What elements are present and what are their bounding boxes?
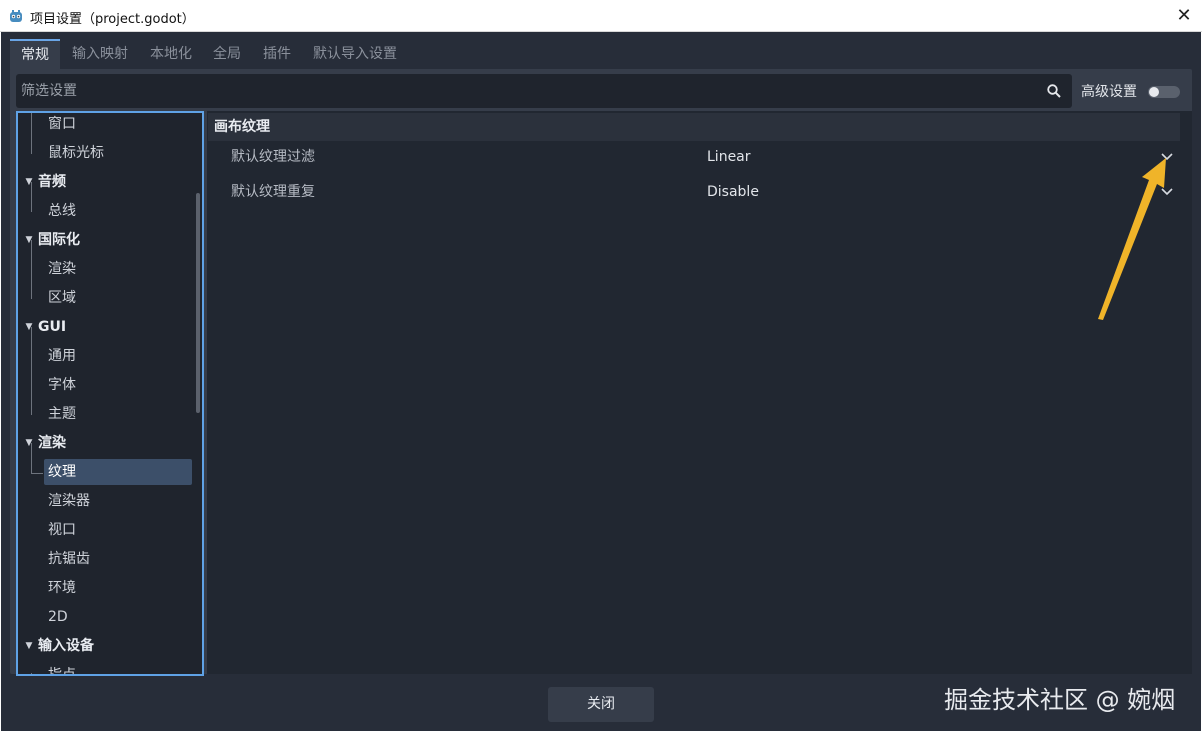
tree-item-locale[interactable]: 区域: [48, 285, 76, 311]
tree-guide-line: [31, 327, 32, 415]
advanced-settings-label: 高级设置: [1081, 84, 1137, 100]
tree-category-label: 音频: [38, 174, 66, 190]
tree-item-window[interactable]: 窗口: [48, 113, 76, 137]
tree-guide-line: [31, 473, 43, 474]
tree-item-fonts[interactable]: 字体: [48, 372, 76, 398]
chevron-down-icon: ▼: [25, 235, 33, 245]
tree-item-common[interactable]: 通用: [48, 343, 76, 369]
tab-general[interactable]: 常规: [10, 39, 60, 71]
tab-plugins[interactable]: 插件: [258, 39, 296, 71]
tree-category-label: GUI: [38, 319, 67, 335]
settings-section-tree: 窗口 鼠标光标 ▼ 音频 总线 ▼ 国际化 渲染 区域 ▼ GUI 通用 字体 主题 …: [16, 111, 204, 676]
window-title: 项目设置（project.godot）: [30, 12, 195, 27]
tree-item-2d[interactable]: 2D: [48, 604, 68, 630]
chevron-down-icon: ▼: [25, 438, 33, 448]
tree-item-environment[interactable]: 环境: [48, 575, 76, 601]
tree-item-anti-aliasing[interactable]: 抗锯齿: [48, 546, 90, 572]
tree-guide-line: [31, 113, 32, 154]
property-row-default-texture-repeat: 默认纹理重复 Disable: [208, 176, 1180, 208]
chevron-down-icon: ▼: [25, 322, 33, 332]
tree-item-mouse-cursor[interactable]: 鼠标光标: [48, 140, 104, 166]
watermark: 掘金技术社区 @ 婉烟: [944, 686, 1176, 714]
general-tab-panel: 高级设置 窗口 鼠标光标 ▼ 音频 总线 ▼ 国际化 渲染 区域 ▼ GUI 通用 字…: [10, 69, 1192, 676]
tree-category-label: 国际化: [38, 232, 80, 248]
project-settings-dialog: 常规 输入映射 本地化 全局 插件 默认导入设置 高级设置: [1, 32, 1201, 731]
tree-item-renderer[interactable]: 渲染器: [48, 488, 90, 514]
window-close-button[interactable]: ✕: [1166, 0, 1202, 32]
tree-category-gui[interactable]: ▼ GUI: [22, 314, 67, 340]
tree-item-buses[interactable]: 总线: [48, 198, 76, 224]
chevron-down-icon: ▼: [25, 177, 33, 187]
tree-guide-line: [31, 673, 32, 674]
tree-category-input-devices[interactable]: ▼ 输入设备: [22, 633, 94, 659]
tree-item-viewport[interactable]: 视口: [48, 517, 76, 543]
advanced-settings-toggle[interactable]: [1148, 86, 1180, 98]
tab-import-defaults[interactable]: 默认导入设置: [310, 39, 400, 71]
window-titlebar: 项目设置（project.godot） ✕: [0, 0, 1202, 32]
tree-category-label: 输入设备: [38, 638, 94, 654]
search-icon: [1047, 84, 1061, 98]
tree-item-theme[interactable]: 主题: [48, 401, 76, 427]
tree-item-textures[interactable]: 纹理: [44, 459, 192, 485]
default-texture-repeat-dropdown[interactable]: Disable: [698, 178, 1178, 206]
section-header-canvas-textures: 画布纹理: [208, 113, 1180, 141]
tab-localization[interactable]: 本地化: [144, 39, 198, 71]
toggle-knob: [1149, 87, 1159, 97]
property-label: 默认纹理重复: [231, 184, 315, 200]
property-label: 默认纹理过滤: [231, 149, 315, 165]
filter-settings-input[interactable]: [16, 74, 1036, 108]
dropdown-value: Disable: [707, 184, 759, 200]
tree-scrollbar[interactable]: [196, 193, 200, 413]
close-button[interactable]: 关闭: [548, 687, 654, 722]
tree-category-rendering[interactable]: ▼ 渲染: [22, 430, 66, 456]
tab-input-map[interactable]: 输入映射: [66, 39, 134, 71]
chevron-down-icon: ▼: [25, 641, 33, 651]
tree-category-label: 渲染: [38, 435, 66, 451]
dropdown-value: Linear: [707, 149, 751, 165]
tab-globals[interactable]: 全局: [208, 39, 246, 71]
tree-item-pointing[interactable]: 指点: [48, 662, 76, 674]
default-texture-filter-dropdown[interactable]: Linear: [698, 143, 1178, 171]
chevron-down-icon: [1161, 153, 1173, 161]
tree-category-internationalization[interactable]: ▼ 国际化: [22, 227, 80, 253]
chevron-down-icon: [1161, 188, 1173, 196]
tree-category-audio[interactable]: ▼ 音频: [22, 169, 66, 195]
property-row-default-texture-filter: 默认纹理过滤 Linear: [208, 141, 1180, 173]
tree-item-i18n-rendering[interactable]: 渲染: [48, 256, 76, 282]
godot-logo-icon: [10, 10, 22, 22]
filter-settings-box: [16, 74, 1072, 108]
settings-inspector: 画布纹理 默认纹理过滤 Linear 默认纹理重复 Disable: [207, 111, 1192, 674]
